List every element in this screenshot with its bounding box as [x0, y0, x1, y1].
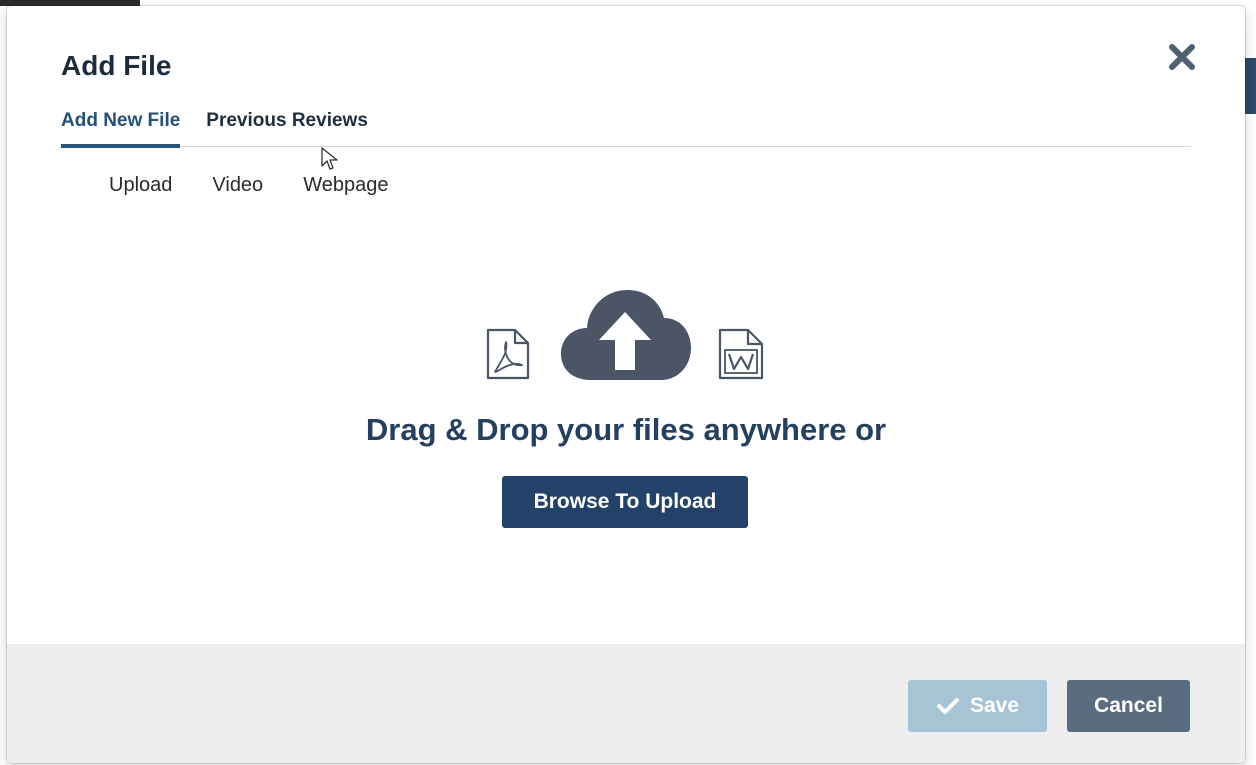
save-button[interactable]: Save	[908, 680, 1047, 732]
save-button-label: Save	[969, 694, 1020, 717]
close-icon[interactable]	[1167, 42, 1197, 72]
subtab-video[interactable]: Video	[212, 174, 263, 197]
subtab-upload[interactable]: Upload	[109, 174, 172, 197]
browse-to-upload-button[interactable]: Browse To Upload	[502, 476, 748, 528]
cloud-upload-icon	[561, 290, 691, 380]
upload-type-tabs: Upload Video Webpage	[109, 174, 388, 197]
dialog-title: Add File	[61, 50, 172, 81]
cancel-button[interactable]: Cancel	[1067, 680, 1190, 732]
add-file-dialog: Add File Add New File Previous Reviews U…	[7, 6, 1245, 763]
check-icon	[936, 698, 959, 714]
dropzone-instruction: Drag & Drop your files anywhere or	[365, 412, 887, 447]
pdf-file-icon	[486, 328, 530, 380]
subtab-webpage[interactable]: Webpage	[303, 174, 388, 197]
file-source-tabs: Add New File Previous Reviews	[61, 106, 1191, 148]
word-file-icon	[718, 328, 764, 380]
dialog-footer: Save Cancel	[7, 644, 1245, 763]
tab-previous-reviews[interactable]: Previous Reviews	[206, 106, 368, 144]
tab-add-new-file[interactable]: Add New File	[61, 106, 181, 148]
dropzone-illustration	[485, 276, 775, 388]
